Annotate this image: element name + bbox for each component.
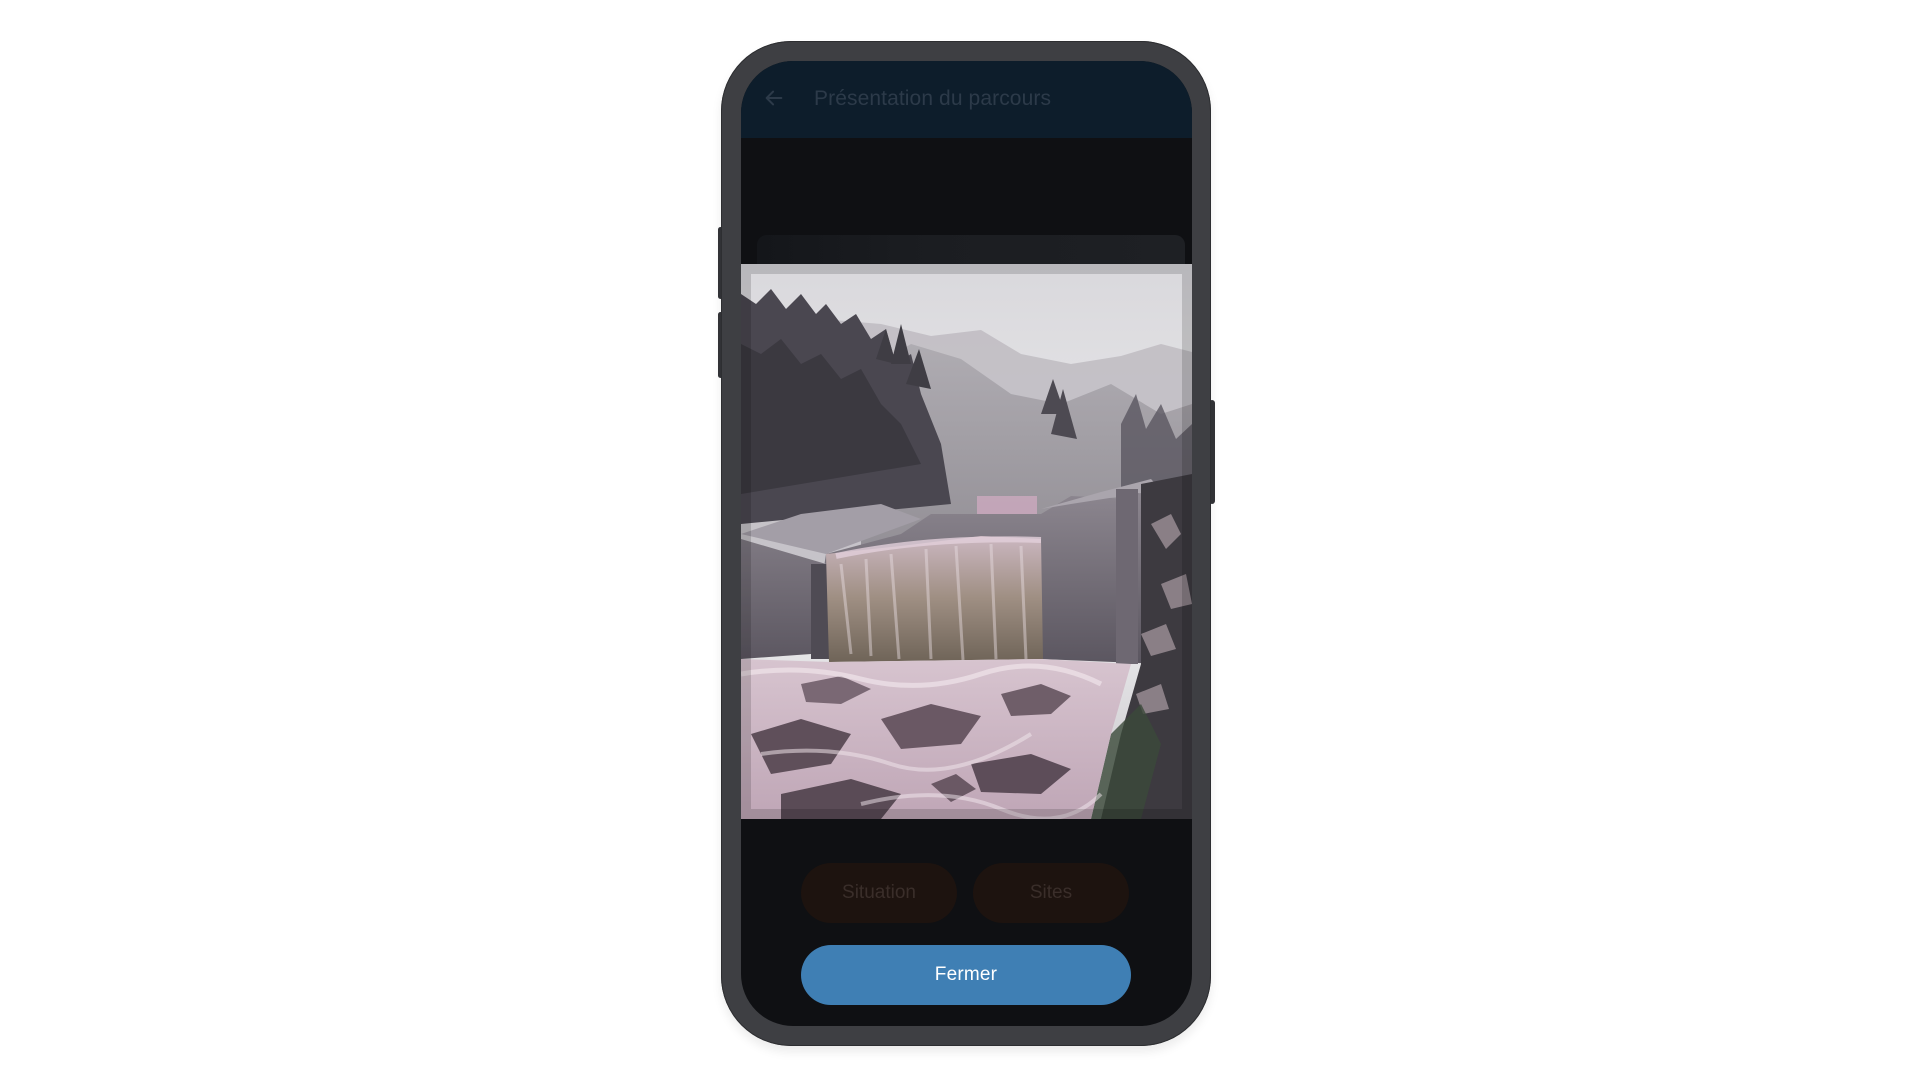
stage: Présentation du parcours Situation Sites… bbox=[0, 0, 1920, 1080]
page-title: Présentation du parcours bbox=[814, 87, 1052, 110]
tab-sites[interactable]: Sites bbox=[973, 863, 1129, 923]
close-button[interactable]: Fermer bbox=[801, 945, 1131, 1005]
photo-dam-waterfall bbox=[741, 264, 1192, 819]
tab-situation[interactable]: Situation bbox=[801, 863, 957, 923]
back-button[interactable] bbox=[757, 83, 791, 117]
arrow-left-icon bbox=[763, 87, 785, 114]
phone-screen: Présentation du parcours Situation Sites… bbox=[741, 61, 1192, 1026]
app-bar: Présentation du parcours bbox=[741, 61, 1192, 138]
fullscreen-photo[interactable] bbox=[741, 264, 1192, 819]
